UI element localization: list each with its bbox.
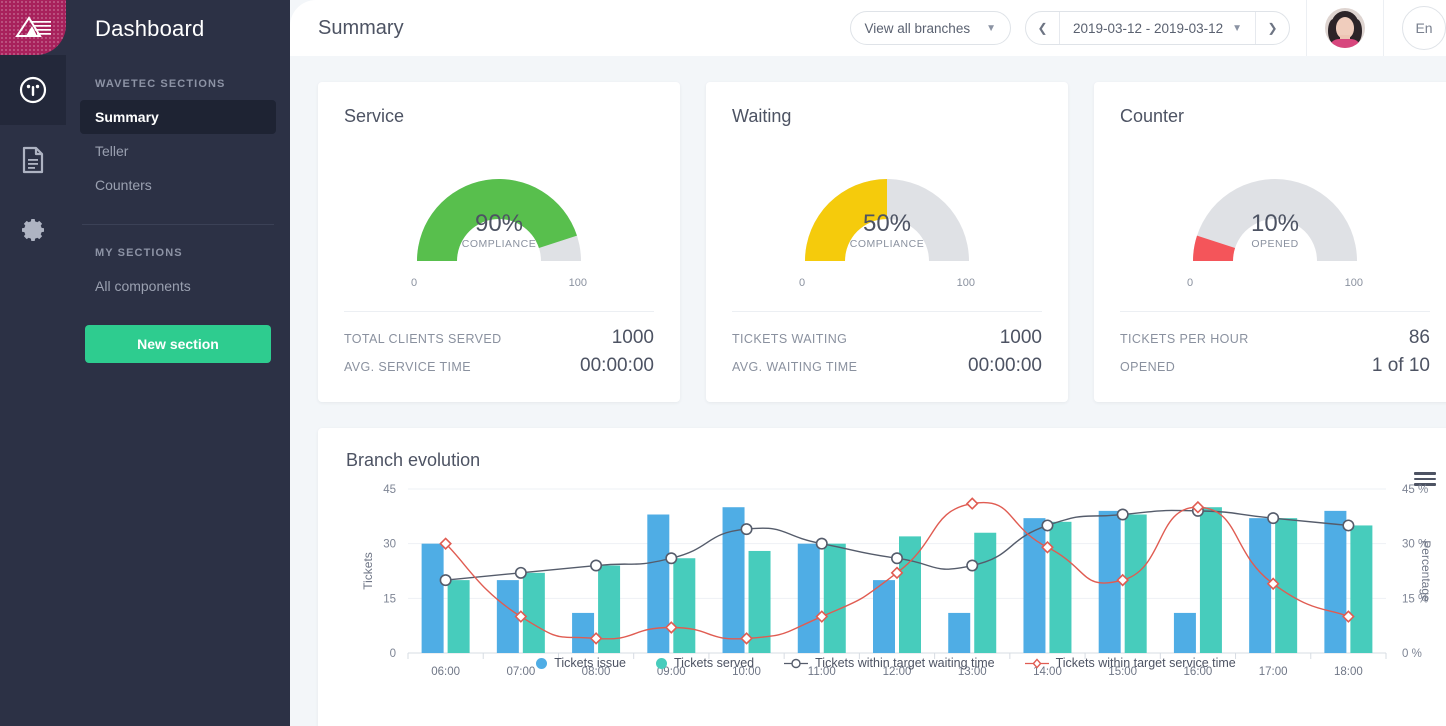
gauge-min: 0 [411,277,418,289]
main-area: Summary View all branches ▼ ❮ 2019-03-12… [290,0,1446,726]
card-title: Service [344,106,405,126]
legend-swatch [656,657,668,669]
gauge-wrap: 90% COMPLIANCE 0 100 [344,133,654,305]
chevron-right-icon[interactable]: ❯ [1255,12,1289,44]
svg-text:30: 30 [383,539,396,551]
gauge-counter: 10% OPENED 0 100 [1175,151,1375,289]
gauge-scale: 0 100 [399,277,599,289]
stat-label: AVG. WAITING TIME [732,360,858,374]
stat-divider [344,311,654,312]
stat-label: TOTAL CLIENTS SERVED [344,332,502,346]
legend-item-tickets-served[interactable]: Tickets served [656,656,754,670]
avatar-body [1329,39,1361,48]
stat-value: 00:00:00 [968,355,1042,376]
svg-text:45: 45 [383,484,396,496]
legend-swatch [536,657,548,669]
gauge-waiting: 50% COMPLIANCE 0 100 [787,151,987,289]
stat-divider [732,311,1042,312]
gauge-wrap: 50% COMPLIANCE 0 100 [732,133,1042,305]
avatar-container[interactable] [1306,0,1384,56]
gauge-service: 90% COMPLIANCE 0 100 [399,151,599,289]
stat-row: OPENED 1 of 10 [1120,352,1430,380]
sidebar: Dashboard WAVETEC SECTIONS Summary Telle… [66,0,290,726]
card-title: Waiting [732,106,792,126]
date-range-picker: ❮ 2019-03-12 - 2019-03-12 ▼ ❯ [1024,11,1290,45]
legend-label: Tickets within target waiting time [815,656,995,670]
page-title: Summary [318,16,404,39]
topbar-controls: View all branches ▼ ❮ 2019-03-12 - 2019-… [849,0,1446,56]
sidebar-item-all-components[interactable]: All components [80,269,276,303]
app-root: Dashboard WAVETEC SECTIONS Summary Telle… [0,0,1446,726]
content-area: Service 90% COMPLIANCE 0 100 TOTAL CLIEN… [290,56,1446,726]
card-title: Counter [1120,106,1185,126]
legend-label: Tickets within target service time [1055,656,1236,670]
legend-item-target-waiting[interactable]: Tickets within target waiting time [784,656,995,670]
language-selector[interactable]: En [1402,6,1446,50]
wavetec-logo-icon[interactable] [0,0,66,55]
stat-label: TICKETS PER HOUR [1120,332,1249,346]
branch-filter-dropdown[interactable]: View all branches ▼ [849,11,1011,45]
stat-value: 1000 [999,327,1042,348]
sidebar-section-header-my: MY SECTIONS [95,247,183,259]
date-range-value: 2019-03-12 - 2019-03-12 [1072,20,1224,36]
sidebar-section-header-wavetec: WAVETEC SECTIONS [95,78,226,90]
legend-item-tickets-issue[interactable]: Tickets issue [536,656,626,670]
svg-text:45 %: 45 % [1402,484,1428,496]
stat-row: TOTAL CLIENTS SERVED 1000 [344,324,654,352]
branch-evolution-panel: Branch evolution 00 % 15 15 % 30 30 % 45 45 % 0… [318,428,1446,726]
chart-legend: Tickets issue Tickets served Tickets wit… [318,656,1446,670]
branch-filter-label: View all branches [864,20,971,36]
legend-swatch [784,658,809,669]
stat-label: AVG. SERVICE TIME [344,360,471,374]
sidebar-title: Dashboard [95,16,205,41]
card-counter: Counter 10% OPENED 0 100 TICKETS PER HOU… [1094,82,1446,402]
chevron-left-icon[interactable]: ❮ [1026,12,1060,44]
new-section-button[interactable]: New section [85,325,271,363]
stat-value: 1000 [611,327,654,348]
stat-row: AVG. WAITING TIME 00:00:00 [732,352,1042,380]
stat-row: AVG. SERVICE TIME 00:00:00 [344,352,654,380]
gauge-max: 100 [568,277,587,289]
stat-row: TICKETS PER HOUR 86 [1120,324,1430,352]
gauge-scale: 0 100 [1175,277,1375,289]
gauge-wrap: 10% OPENED 0 100 [1120,133,1430,305]
icon-rail [0,0,66,726]
gauge-min: 0 [799,277,806,289]
gauge-scale: 0 100 [787,277,987,289]
stat-row: TICKETS WAITING 1000 [732,324,1042,352]
chart-title: Branch evolution [346,450,481,470]
chevron-down-icon: ▼ [986,22,996,34]
svg-text:15: 15 [383,593,396,605]
avatar[interactable] [1325,8,1365,48]
chevron-down-icon: ▼ [1232,22,1242,34]
gauge-max: 100 [956,277,975,289]
sidebar-item-summary[interactable]: Summary [80,100,276,134]
legend-item-target-service[interactable]: Tickets within target service time [1024,656,1236,670]
kpi-cards-row: Service 90% COMPLIANCE 0 100 TOTAL CLIEN… [318,82,1446,402]
card-service: Service 90% COMPLIANCE 0 100 TOTAL CLIEN… [318,82,680,402]
card-waiting: Waiting 50% COMPLIANCE 0 100 TICKETS WAI… [706,82,1068,402]
sidebar-item-counters[interactable]: Counters [80,168,276,202]
branch-evolution-chart: 00 % 15 15 % 30 30 % 45 45 % 06:00 07:00 08:00 09:… [346,471,1446,726]
stat-label: OPENED [1120,360,1176,374]
date-range-value-button[interactable]: 2019-03-12 - 2019-03-12 ▼ [1060,21,1255,36]
gauge-min: 0 [1187,277,1194,289]
sidebar-item-teller[interactable]: Teller [80,134,276,168]
legend-swatch [1024,657,1049,669]
stat-value: 86 [1408,327,1430,348]
stat-label: TICKETS WAITING [732,332,848,346]
stat-value: 1 of 10 [1371,355,1430,376]
legend-label: Tickets served [674,656,755,670]
gauge-max: 100 [1344,277,1363,289]
rail-item-info[interactable] [0,55,66,125]
stat-value: 00:00:00 [580,355,654,376]
svg-text:Tickets: Tickets [361,552,375,590]
legend-label: Tickets issue [554,656,627,670]
svg-text:Percentage: Percentage [1419,540,1433,602]
stat-divider [1120,311,1430,312]
rail-item-settings[interactable] [0,195,66,265]
rail-item-documents[interactable] [0,125,66,195]
topbar: Summary View all branches ▼ ❮ 2019-03-12… [290,0,1446,56]
